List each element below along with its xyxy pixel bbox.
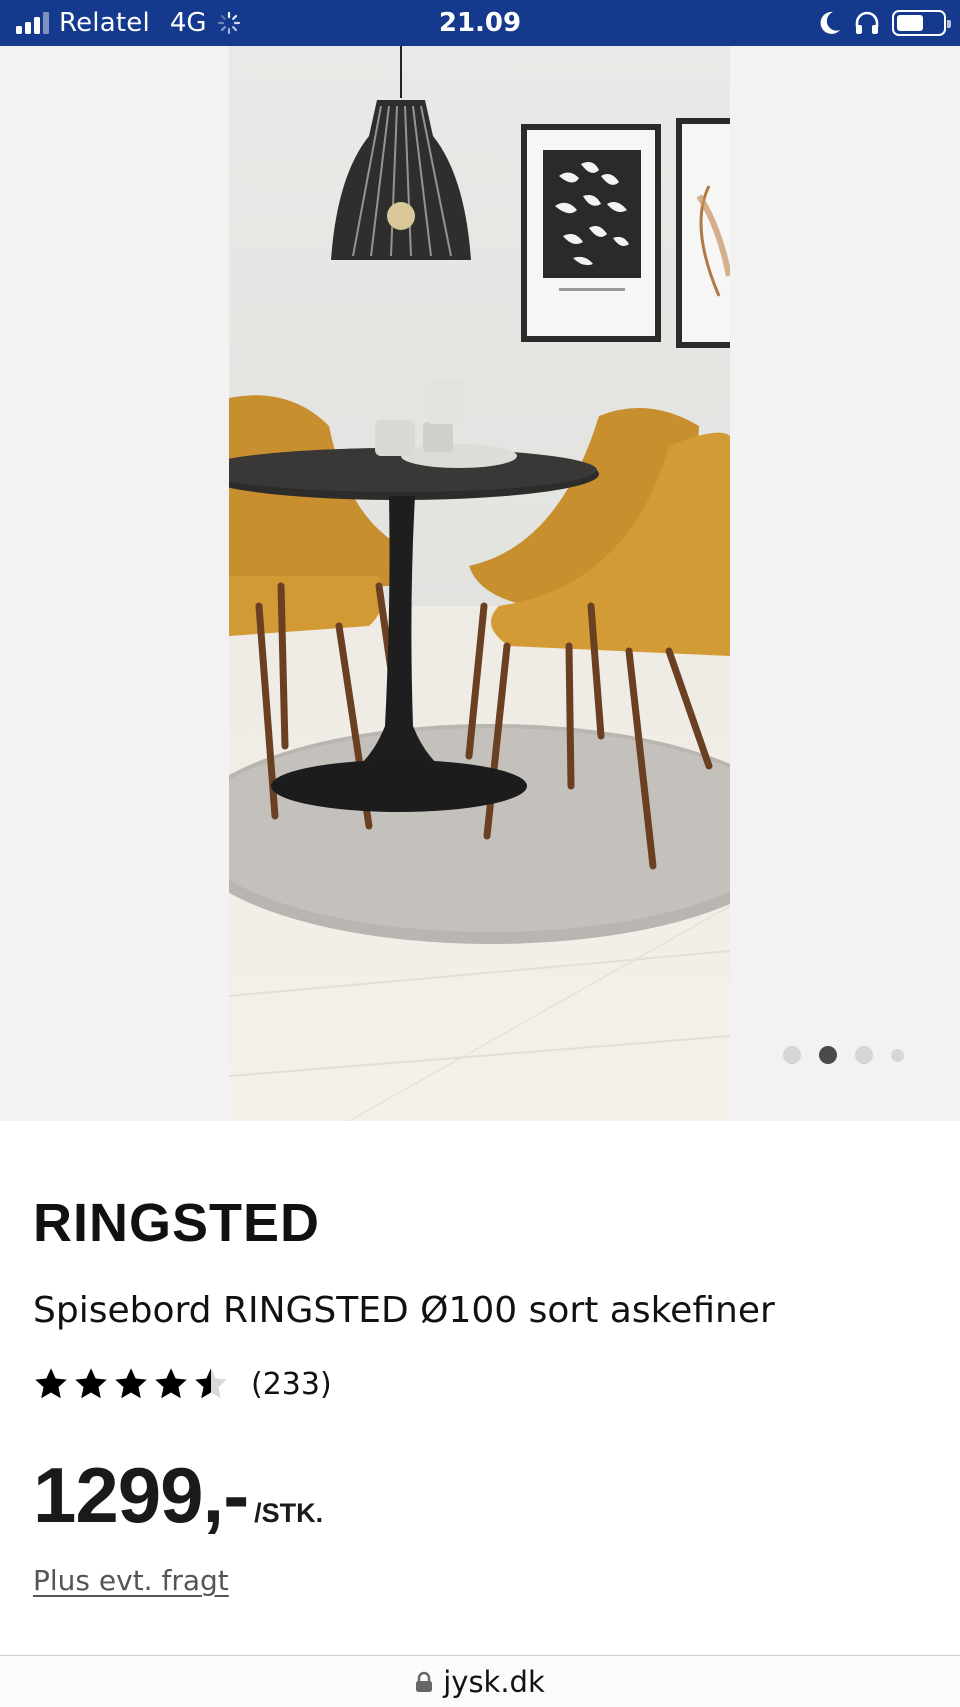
review-count: (233) <box>251 1366 332 1402</box>
star-icon <box>195 1368 227 1399</box>
gallery-dot-3[interactable] <box>855 1046 873 1064</box>
status-bar: Relatel 4G 21.09 <box>0 0 960 46</box>
product-photo <box>229 46 730 1121</box>
shipping-info-link[interactable]: Plus evt. fragt <box>33 1564 229 1597</box>
browser-url-bar[interactable]: jysk.dk <box>0 1655 960 1707</box>
lock-icon <box>416 1671 433 1692</box>
url-text: jysk.dk <box>443 1664 545 1699</box>
gallery-dot-2[interactable] <box>819 1046 837 1064</box>
headphones-icon <box>855 11 879 34</box>
star-icon <box>35 1368 67 1399</box>
price-unit: /STK. <box>254 1498 324 1528</box>
product-brand-title: RINGSTED <box>33 1193 321 1253</box>
signal-icon <box>16 12 49 34</box>
battery-level <box>897 15 923 31</box>
status-left: Relatel 4G <box>16 0 241 46</box>
network-type: 4G <box>169 8 207 38</box>
gallery-pagination <box>783 1046 904 1064</box>
loading-spinner-icon <box>217 11 240 35</box>
price-block: 1299,- /STK. <box>33 1450 323 1541</box>
product-image-gallery[interactable] <box>0 46 960 1121</box>
product-name: Spisebord RINGSTED Ø100 sort askefiner <box>33 1290 775 1331</box>
battery-icon <box>892 10 951 36</box>
rating-summary[interactable]: (233) <box>33 1366 332 1402</box>
gallery-dot-4[interactable] <box>891 1048 904 1062</box>
carrier-name: Relatel <box>59 8 150 38</box>
status-right <box>818 0 951 46</box>
star-icon <box>75 1368 107 1399</box>
moon-icon <box>820 11 840 34</box>
star-icon <box>155 1368 187 1399</box>
rating-stars <box>33 1366 229 1402</box>
star-icon <box>115 1368 147 1399</box>
gallery-dot-1[interactable] <box>783 1046 801 1064</box>
price-value: 1299,- <box>33 1451 249 1539</box>
